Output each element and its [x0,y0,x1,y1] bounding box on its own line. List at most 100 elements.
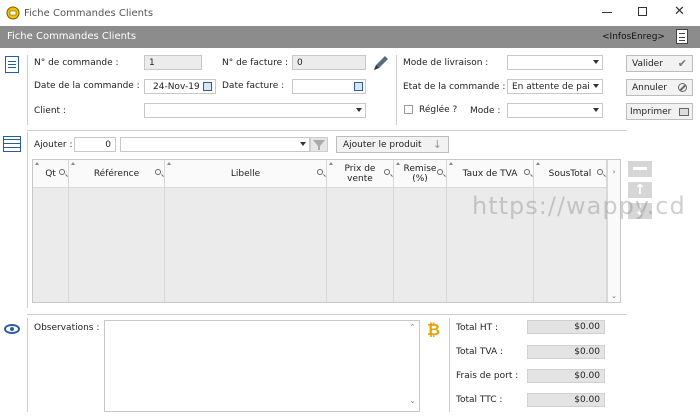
search-icon[interactable] [317,169,323,175]
cancel-icon [678,83,687,92]
column-header[interactable]: SousTotal [534,160,607,188]
separator [27,132,28,308]
total-ht-value: $0.00 [527,320,605,334]
total-ht-label: Total HT : [456,323,499,333]
frais-port-label: Frais de port : [456,371,519,381]
sort-indicator-icon [71,162,75,165]
filter-icon[interactable] [310,137,328,152]
total-ttc-label: Total TTC : [456,395,503,405]
date-commande-label: Date de la commande : [34,81,140,91]
form-icon [5,56,19,73]
sort-indicator-icon [329,162,333,165]
total-ttc-value: $0.00 [527,393,605,407]
reglee-label: Réglée ? [419,105,458,115]
column-body [69,188,165,302]
column-header-label: Référence [93,168,140,179]
remove-row-button[interactable] [628,161,652,177]
sort-indicator-icon [167,162,171,165]
separator [27,318,28,412]
column-body [33,188,69,302]
arrow-down-icon: ↓ [432,138,442,151]
column-header-label: Libelle [230,168,261,179]
separator [27,314,627,315]
check-icon: ✔ [677,57,687,70]
column-header-label: SousTotal [548,168,592,179]
no-commande-field[interactable]: 1 [144,55,202,70]
pencil-icon[interactable] [371,53,391,73]
ajouter-produit-button[interactable]: Ajouter le produit ↓ [336,136,449,153]
column-header-label: Taux de TVA [462,168,518,179]
mode-select[interactable] [507,103,603,118]
app-icon [6,6,20,20]
column-body [394,188,447,302]
column-header-label: Remise (%) [403,163,437,184]
search-icon[interactable] [524,169,530,175]
ajouter-qty-field[interactable]: 0 [74,137,116,152]
chevron-down-icon [593,60,599,64]
frais-port-value: $0.00 [527,369,605,383]
separator [449,318,450,412]
valider-button[interactable]: Valider ✔ [626,55,693,72]
etat-commande-label: Etat de la commande : [403,82,506,92]
sort-indicator-icon [536,162,540,165]
grid-icon [3,136,21,152]
textarea-scrollbar[interactable]: ⌃ ⌄ [406,321,419,411]
date-facture-label: Date facture : [222,81,285,91]
column-header[interactable]: Qt [33,160,69,188]
sort-indicator-icon [35,162,39,165]
mode-label: Mode : [470,106,501,116]
search-icon[interactable] [155,169,161,175]
search-icon[interactable] [59,169,65,175]
printer-icon [679,107,689,116]
sort-indicator-icon [396,162,400,165]
column-header[interactable]: Taux de TVA [447,160,534,188]
form-title: Fiche Commandes Clients [7,31,137,42]
column-header[interactable]: Prix de vente [327,160,394,188]
separator [396,55,397,125]
close-button[interactable]: ✕ [674,5,685,18]
mode-livraison-label: Mode de livraison : [403,58,489,68]
ajouter-product-select[interactable] [120,137,310,152]
table-scrollbar[interactable]: › ⌄ [607,160,620,302]
bitcoin-icon: ₿ [427,320,441,339]
etat-commande-select[interactable]: En attente de pai [507,79,603,94]
infos-enreg-link[interactable]: <InfosEnreg> [602,32,665,42]
column-header-label: Qt [45,168,56,179]
separator [27,55,28,125]
sort-indicator-icon [449,162,453,165]
minimize-button[interactable] [602,12,612,13]
imprimer-button[interactable]: Imprimer [626,103,693,120]
form-header: Fiche Commandes Clients <InfosEnreg> [0,26,700,48]
search-icon[interactable] [597,169,603,175]
column-body [165,188,327,302]
chevron-down-icon [593,108,599,112]
search-icon[interactable] [384,169,390,175]
total-tva-value: $0.00 [527,345,605,359]
watermark: https://wappy.cd [472,192,686,220]
chevron-down-icon [300,142,306,146]
annuler-button[interactable]: Annuler [626,79,693,96]
column-header[interactable]: Référence [69,160,165,188]
search-icon[interactable] [437,169,443,175]
observations-label: Observations : [34,323,100,333]
client-select[interactable] [144,103,366,118]
maximize-button[interactable] [638,7,647,16]
total-tva-label: Total TVA : [456,347,504,357]
reglee-checkbox[interactable] [404,105,413,114]
column-header-label: Prix de vente [344,163,376,184]
calendar-icon[interactable] [354,82,363,91]
separator [27,130,627,131]
client-label: Client : [34,106,66,116]
window-titlebar: Fiche Commandes Clients ✕ [0,0,700,26]
observations-textarea[interactable] [104,320,420,412]
column-header[interactable]: Libelle [165,160,327,188]
no-facture-field[interactable]: 0 [292,55,366,70]
no-facture-label: N° de facture : [222,58,289,68]
column-header[interactable]: Remise (%) [394,160,447,188]
mode-livraison-select[interactable] [507,55,603,70]
chevron-down-icon [356,108,362,112]
calendar-icon[interactable] [203,82,212,91]
document-icon[interactable] [676,29,688,44]
eye-icon [4,324,20,334]
window-title: Fiche Commandes Clients [24,8,154,19]
